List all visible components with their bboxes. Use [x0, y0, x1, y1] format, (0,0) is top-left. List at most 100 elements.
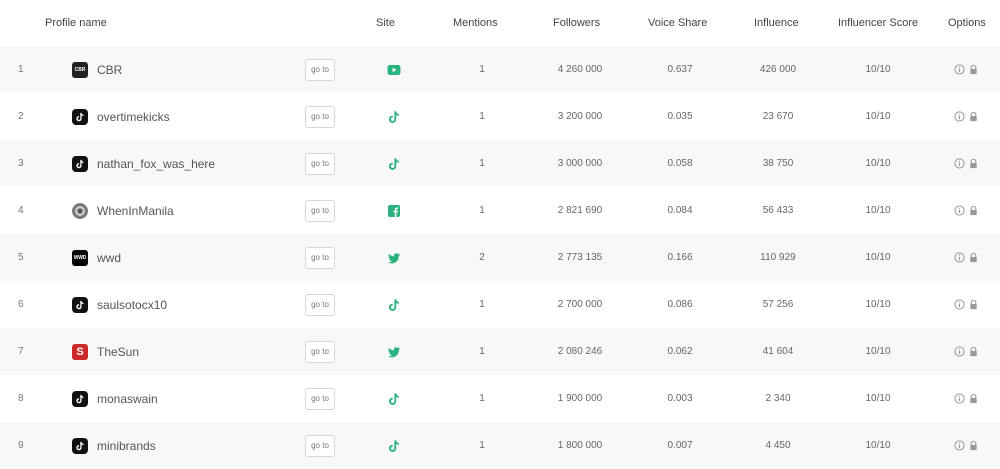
profile-name[interactable]: minibrands [97, 439, 156, 453]
profile-name[interactable]: nathan_fox_was_here [97, 157, 215, 171]
profile-cell[interactable]: S TheSun [72, 328, 302, 375]
site-link[interactable] [387, 439, 401, 453]
profile-cell[interactable]: WWD wwd [72, 234, 302, 281]
info-icon[interactable] [954, 252, 965, 263]
table-row-5: 5 WWD wwd go to 2 2 773 135 0.166 110 92… [0, 234, 1000, 281]
site-cell [384, 46, 404, 93]
lock-icon[interactable] [968, 440, 979, 451]
tiktok-icon[interactable] [387, 110, 401, 124]
lock-icon[interactable] [968, 111, 979, 122]
followers-value: 4 260 000 [557, 64, 603, 75]
lock-icon[interactable] [968, 252, 979, 263]
influence-value: 57 256 [762, 299, 794, 310]
profile-cell[interactable]: CBR CBR [72, 46, 302, 93]
lock-icon[interactable] [968, 346, 979, 357]
mentions-value: 1 [479, 158, 485, 169]
header-influencer-score[interactable]: Influencer Score [838, 0, 918, 46]
info-icon[interactable] [954, 64, 965, 75]
info-icon[interactable] [954, 299, 965, 310]
tiktok-icon[interactable] [387, 298, 401, 312]
goto-button[interactable]: go to [305, 340, 335, 363]
lock-icon[interactable] [968, 64, 979, 75]
followers-value: 3 000 000 [557, 158, 603, 169]
table-row-2: 2 overtimekicks go to 1 3 200 000 0.035 … [0, 93, 1000, 140]
lock-icon[interactable] [968, 205, 979, 216]
lock-icon[interactable] [968, 393, 979, 404]
site-link[interactable] [387, 204, 401, 218]
influencer-score-value: 10/10 [865, 111, 891, 122]
info-icon[interactable] [954, 205, 965, 216]
mentions-value: 1 [479, 64, 485, 75]
influence-value: 56 433 [762, 205, 794, 216]
row-number: 3 [18, 158, 24, 169]
twitter-icon[interactable] [387, 251, 401, 265]
goto-button[interactable]: go to [305, 293, 335, 316]
voice-share-value: 0.166 [667, 252, 693, 263]
followers-value: 2 080 246 [557, 346, 603, 357]
profile-name[interactable]: saulsotocx10 [97, 298, 167, 312]
profile-avatar: CBR [72, 61, 88, 78]
table-row-9: 9 minibrands go to 1 1 800 000 0.007 4 4… [0, 422, 1000, 469]
goto-button[interactable]: go to [305, 387, 335, 410]
header-followers[interactable]: Followers [553, 0, 600, 46]
profile-cell[interactable]: minibrands [72, 422, 302, 469]
site-link[interactable] [387, 298, 401, 312]
options-cell [954, 234, 984, 281]
tiktok-icon[interactable] [387, 157, 401, 171]
lock-icon[interactable] [968, 158, 979, 169]
goto-button[interactable]: go to [305, 246, 335, 269]
row-number: 5 [18, 252, 24, 263]
table-row-4: 4 WhenInManila go to 1 2 821 690 0.084 5… [0, 187, 1000, 234]
info-icon[interactable] [954, 346, 965, 357]
profile-cell[interactable]: monaswain [72, 375, 302, 422]
profile-avatar: WWD [72, 249, 88, 266]
profile-cell[interactable]: nathan_fox_was_here [72, 140, 302, 187]
options-cell [954, 328, 984, 375]
profile-cell[interactable]: saulsotocx10 [72, 281, 302, 328]
goto-cell: go to [305, 187, 337, 234]
profile-name[interactable]: wwd [97, 251, 121, 265]
options-cell [954, 375, 984, 422]
site-link[interactable] [387, 157, 401, 171]
info-icon[interactable] [954, 440, 965, 451]
site-cell [384, 93, 404, 140]
site-link[interactable] [387, 251, 401, 265]
site-link[interactable] [387, 110, 401, 124]
twitter-icon[interactable] [387, 345, 401, 359]
profile-name[interactable]: CBR [97, 63, 122, 77]
header-site[interactable]: Site [376, 0, 395, 46]
header-voice-share[interactable]: Voice Share [648, 0, 707, 46]
site-link[interactable] [387, 345, 401, 359]
profile-cell[interactable]: overtimekicks [72, 93, 302, 140]
influencer-score-value: 10/10 [865, 205, 891, 216]
goto-button[interactable]: go to [305, 105, 335, 128]
profile-cell[interactable]: WhenInManila [72, 187, 302, 234]
info-icon[interactable] [954, 111, 965, 122]
facebook-icon[interactable] [387, 204, 401, 218]
goto-cell: go to [305, 375, 337, 422]
goto-button[interactable]: go to [305, 199, 335, 222]
info-icon[interactable] [954, 393, 965, 404]
tiktok-icon[interactable] [387, 439, 401, 453]
profile-name[interactable]: TheSun [97, 345, 139, 359]
table-header: Profile name Site Mentions Followers Voi… [0, 0, 1000, 46]
profile-name[interactable]: overtimekicks [97, 110, 170, 124]
goto-button[interactable]: go to [305, 434, 335, 457]
header-profile-name[interactable]: Profile name [45, 0, 107, 46]
youtube-icon[interactable] [387, 63, 401, 77]
goto-button[interactable]: go to [305, 152, 335, 175]
info-icon[interactable] [954, 158, 965, 169]
profile-name[interactable]: WhenInManila [97, 204, 174, 218]
profile-name[interactable]: monaswain [97, 392, 158, 406]
site-link[interactable] [387, 392, 401, 406]
header-influence[interactable]: Influence [754, 0, 799, 46]
lock-icon[interactable] [968, 299, 979, 310]
goto-button[interactable]: go to [305, 58, 335, 81]
site-link[interactable] [387, 63, 401, 77]
mentions-value: 1 [479, 205, 485, 216]
tiktok-icon[interactable] [387, 392, 401, 406]
header-mentions[interactable]: Mentions [453, 0, 498, 46]
voice-share-value: 0.035 [667, 111, 693, 122]
table-row-3: 3 nathan_fox_was_here go to 1 3 000 000 … [0, 140, 1000, 187]
options-cell [954, 93, 984, 140]
